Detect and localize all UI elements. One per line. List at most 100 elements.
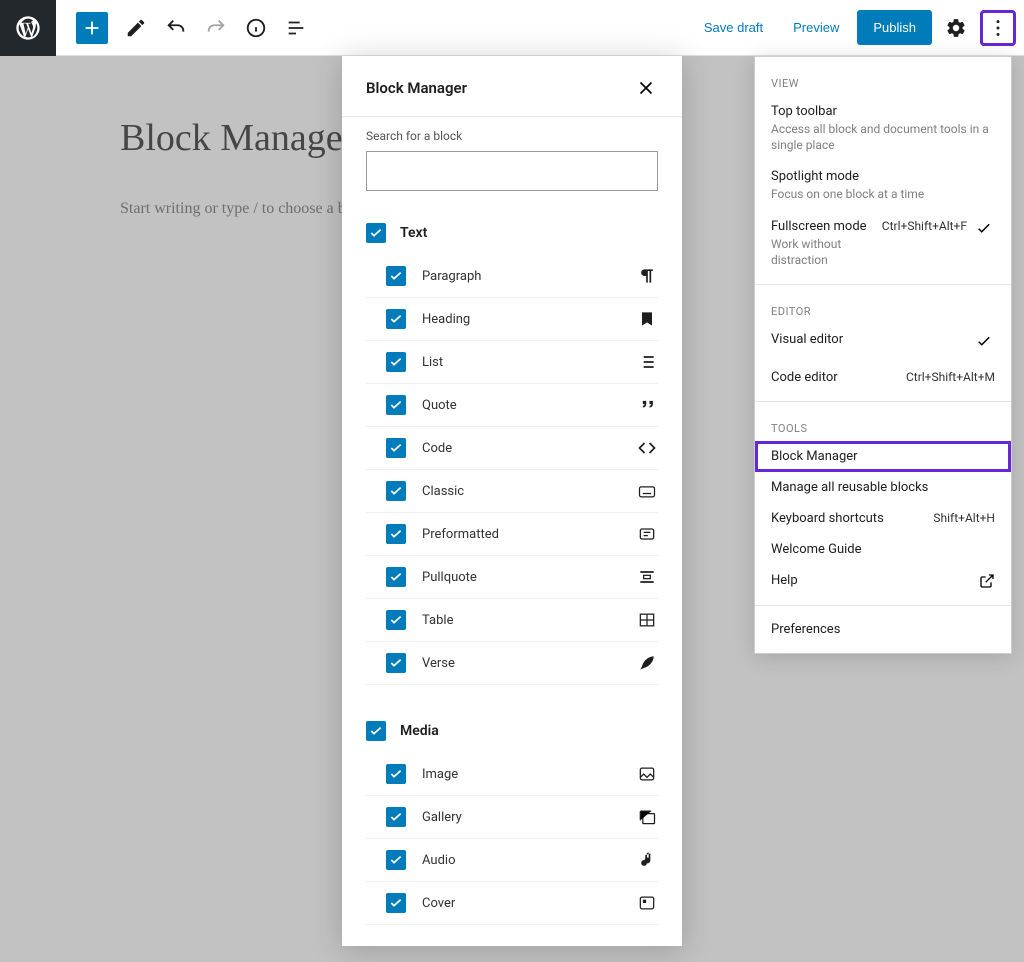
block-label: Quote bbox=[422, 398, 620, 413]
menu-item-block-manager[interactable]: Block Manager bbox=[755, 441, 1011, 472]
block-label: Verse bbox=[422, 656, 620, 671]
menu-item-spotlight[interactable]: Spotlight mode Focus on one block at a t… bbox=[755, 161, 1011, 210]
list-icon bbox=[636, 351, 658, 373]
block-checkbox[interactable] bbox=[386, 807, 406, 827]
check-icon bbox=[975, 332, 995, 354]
feather-icon bbox=[636, 652, 658, 674]
gallery-icon bbox=[636, 806, 658, 828]
menu-section-tools: TOOLS bbox=[755, 410, 1011, 441]
block-row: Quote bbox=[366, 384, 658, 427]
publish-button[interactable]: Publish bbox=[857, 10, 932, 45]
block-label: Audio bbox=[422, 853, 620, 868]
block-label: Gallery bbox=[422, 810, 620, 825]
image-icon bbox=[636, 763, 658, 785]
menu-section-view: VIEW bbox=[755, 65, 1011, 96]
save-draft-button[interactable]: Save draft bbox=[692, 12, 775, 43]
settings-gear-icon[interactable] bbox=[938, 10, 974, 46]
editor-top-toolbar: Save draft Preview Publish bbox=[0, 0, 1024, 56]
undo-button[interactable] bbox=[158, 10, 194, 46]
more-options-button[interactable] bbox=[980, 10, 1016, 46]
block-manager-modal: Block Manager Search for a block Text Par… bbox=[342, 56, 682, 946]
add-block-button[interactable] bbox=[76, 12, 108, 44]
outline-icon[interactable] bbox=[278, 10, 314, 46]
quote-icon bbox=[636, 394, 658, 416]
close-icon[interactable] bbox=[634, 76, 658, 100]
block-row: Audio bbox=[366, 839, 658, 882]
block-row: List bbox=[366, 341, 658, 384]
modal-header: Block Manager bbox=[342, 56, 682, 117]
pilcrow-icon bbox=[636, 265, 658, 287]
block-label: Heading bbox=[422, 312, 620, 327]
block-checkbox[interactable] bbox=[386, 653, 406, 673]
cover-icon bbox=[636, 892, 658, 914]
menu-divider bbox=[755, 284, 1011, 285]
menu-section-editor: EDITOR bbox=[755, 293, 1011, 324]
toolbar-right: Save draft Preview Publish bbox=[692, 10, 1016, 46]
category-header: Media bbox=[366, 709, 658, 753]
menu-item-code-editor[interactable]: Code editor Ctrl+Shift+Alt+M bbox=[755, 362, 1011, 393]
block-row: Pullquote bbox=[366, 556, 658, 599]
block-row: Verse bbox=[366, 642, 658, 685]
block-label: Preformatted bbox=[422, 527, 620, 542]
menu-item-reusable-blocks[interactable]: Manage all reusable blocks bbox=[755, 472, 1011, 503]
block-checkbox[interactable] bbox=[386, 309, 406, 329]
menu-item-top-toolbar[interactable]: Top toolbar Access all block and documen… bbox=[755, 96, 1011, 161]
modal-title: Block Manager bbox=[366, 79, 467, 97]
modal-body[interactable]: Text Paragraph Heading List Quote Code Classic… bbox=[342, 207, 682, 946]
block-label: Cover bbox=[422, 896, 620, 911]
keyboard-icon bbox=[636, 480, 658, 502]
menu-divider bbox=[755, 401, 1011, 402]
menu-item-keyboard-shortcuts[interactable]: Keyboard shortcuts Shift+Alt+H bbox=[755, 503, 1011, 534]
block-checkbox[interactable] bbox=[386, 567, 406, 587]
block-row: Preformatted bbox=[366, 513, 658, 556]
menu-item-fullscreen[interactable]: Fullscreen mode Work without distraction… bbox=[755, 211, 1011, 276]
block-checkbox[interactable] bbox=[386, 610, 406, 630]
block-label: Pullquote bbox=[422, 570, 620, 585]
check-icon bbox=[975, 219, 995, 241]
block-checkbox[interactable] bbox=[386, 893, 406, 913]
block-checkbox[interactable] bbox=[386, 481, 406, 501]
external-link-icon bbox=[979, 573, 995, 589]
wordpress-logo[interactable] bbox=[0, 0, 56, 56]
block-checkbox[interactable] bbox=[386, 850, 406, 870]
block-label: Paragraph bbox=[422, 269, 620, 284]
table-icon bbox=[636, 609, 658, 631]
options-dropdown: VIEW Top toolbar Access all block and do… bbox=[754, 56, 1012, 654]
audio-icon bbox=[636, 849, 658, 871]
modal-search-area: Search for a block bbox=[342, 117, 682, 207]
menu-item-help[interactable]: Help bbox=[755, 565, 1011, 597]
block-checkbox[interactable] bbox=[386, 438, 406, 458]
block-label: Table bbox=[422, 613, 620, 628]
block-checkbox[interactable] bbox=[386, 395, 406, 415]
search-label: Search for a block bbox=[366, 129, 658, 143]
category-title: Media bbox=[400, 723, 439, 739]
category-checkbox[interactable] bbox=[366, 223, 386, 243]
menu-item-welcome-guide[interactable]: Welcome Guide bbox=[755, 534, 1011, 565]
menu-item-visual-editor[interactable]: Visual editor bbox=[755, 324, 1011, 362]
edit-icon[interactable] bbox=[118, 10, 154, 46]
block-row: Code bbox=[366, 427, 658, 470]
block-search-input[interactable] bbox=[366, 151, 658, 191]
info-icon[interactable] bbox=[238, 10, 274, 46]
category-header: Text bbox=[366, 211, 658, 255]
block-row: Image bbox=[366, 753, 658, 796]
category-checkbox[interactable] bbox=[366, 721, 386, 741]
block-label: Classic bbox=[422, 484, 620, 499]
block-row: Table bbox=[366, 599, 658, 642]
block-checkbox[interactable] bbox=[386, 352, 406, 372]
block-checkbox[interactable] bbox=[386, 764, 406, 784]
block-checkbox[interactable] bbox=[386, 266, 406, 286]
bookmark-icon bbox=[636, 308, 658, 330]
block-row: Gallery bbox=[366, 796, 658, 839]
redo-button[interactable] bbox=[198, 10, 234, 46]
menu-item-preferences[interactable]: Preferences bbox=[755, 614, 1011, 645]
category-title: Text bbox=[400, 225, 427, 241]
block-row: Heading bbox=[366, 298, 658, 341]
block-label: Code bbox=[422, 441, 620, 456]
block-row: Classic bbox=[366, 470, 658, 513]
block-checkbox[interactable] bbox=[386, 524, 406, 544]
block-label: List bbox=[422, 355, 620, 370]
block-row: Cover bbox=[366, 882, 658, 925]
preview-button[interactable]: Preview bbox=[781, 12, 851, 43]
pullquote-icon bbox=[636, 566, 658, 588]
